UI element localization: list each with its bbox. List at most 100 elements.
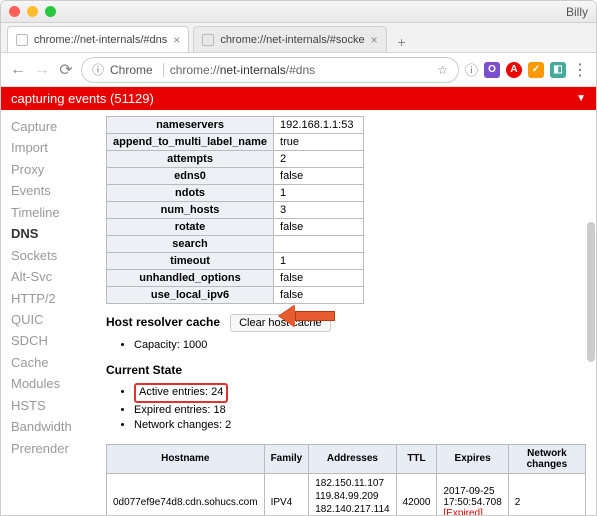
config-row: search (107, 236, 364, 253)
config-row: nameservers192.168.1.1:53 (107, 117, 364, 134)
site-info-icon[interactable]: ⓘ (92, 61, 104, 78)
scrollbar-thumb[interactable] (587, 222, 595, 362)
sidebar-item-quic[interactable]: QUIC (11, 309, 96, 330)
sidebar-item-prerender[interactable]: Prerender (11, 438, 96, 459)
hosts-header: Addresses (309, 444, 396, 473)
config-value: true (274, 134, 364, 151)
extension-icon[interactable]: ✓ (528, 62, 544, 78)
sidebar-item-hsts[interactable]: HSTS (11, 395, 96, 416)
close-tab-icon[interactable]: × (365, 33, 378, 47)
hosts-header: TTL (396, 444, 437, 473)
sidebar-item-timeline[interactable]: Timeline (11, 202, 96, 223)
hosts-table: HostnameFamilyAddressesTTLExpiresNetwork… (106, 444, 586, 516)
browser-window: Billy chrome://net-internals/#dns × chro… (0, 0, 597, 516)
config-key: num_hosts (107, 202, 274, 219)
hostname-cell: 0d077ef9e74d8.cdn.sohucs.com (107, 473, 265, 516)
config-value: 3 (274, 202, 364, 219)
hosts-header-row: HostnameFamilyAddressesTTLExpiresNetwork… (107, 444, 586, 473)
minimize-window-button[interactable] (27, 6, 38, 17)
sidebar-item-dns[interactable]: DNS (11, 223, 96, 244)
config-key: use_local_ipv6 (107, 287, 274, 304)
config-row: edns0false (107, 168, 364, 185)
netchanges-cell: 2 (508, 473, 585, 516)
sidebar-item-sdch[interactable]: SDCH (11, 330, 96, 351)
config-value: false (274, 287, 364, 304)
close-tab-icon[interactable]: × (167, 33, 180, 47)
sidebar-item-proxy[interactable]: Proxy (11, 159, 96, 180)
config-value: 192.168.1.1:53 (274, 117, 364, 134)
state-list: Active entries: 24 Expired entries: 18 N… (134, 383, 586, 433)
extension-icon[interactable]: O (484, 62, 500, 78)
current-state-heading: Current State (106, 363, 586, 377)
sidebar-item-altsvc[interactable]: Alt-Svc (11, 266, 96, 287)
capture-banner[interactable]: capturing events (51129) ▼ (1, 87, 596, 110)
config-row: ndots1 (107, 185, 364, 202)
sidebar-item-capture[interactable]: Capture (11, 116, 96, 137)
dns-config-table: nameservers192.168.1.1:53append_to_multi… (106, 116, 364, 304)
tab-title: chrome://net-internals/#socke (220, 34, 364, 46)
config-key: rotate (107, 219, 274, 236)
capture-banner-text: capturing events (51129) (11, 91, 154, 106)
sidebar-item-events[interactable]: Events (11, 180, 96, 201)
sidebar-nav: CaptureImportProxyEventsTimelineDNSSocke… (1, 110, 96, 516)
url-path-bold: net-internals (220, 63, 286, 77)
config-key: edns0 (107, 168, 274, 185)
profile-name[interactable]: Billy (566, 5, 588, 19)
family-cell: IPV4 (264, 473, 309, 516)
config-row: attempts2 (107, 151, 364, 168)
sidebar-item-import[interactable]: Import (11, 137, 96, 158)
addresses-cell: 182.150.11.107119.84.99.209182.140.217.1… (309, 473, 396, 516)
sidebar-item-bandwidth[interactable]: Bandwidth (11, 416, 96, 437)
config-key: unhandled_options (107, 270, 274, 287)
toolbar-extensions: ⓘ O A ✓ ◧ ⋮ (465, 60, 588, 80)
menu-icon[interactable]: ⋮ (572, 60, 588, 80)
config-key: ndots (107, 185, 274, 202)
extension-icon[interactable]: ◧ (550, 62, 566, 78)
expired-entries-item: Expired entries: 18 (134, 403, 586, 418)
content-area: CaptureImportProxyEventsTimelineDNSSocke… (1, 110, 596, 516)
config-row: append_to_multi_label_nametrue (107, 134, 364, 151)
config-row: use_local_ipv6false (107, 287, 364, 304)
config-row: num_hosts3 (107, 202, 364, 219)
config-row: timeout1 (107, 253, 364, 270)
main-panel: nameservers192.168.1.1:53append_to_multi… (96, 110, 596, 516)
url-path-rest: /#dns (286, 63, 315, 77)
collapse-triangle-icon: ▼ (576, 93, 586, 104)
sidebar-item-http2[interactable]: HTTP/2 (11, 288, 96, 309)
config-key: append_to_multi_label_name (107, 134, 274, 151)
extension-icon-abp[interactable]: A (506, 62, 522, 78)
hosts-header: Hostname (107, 444, 265, 473)
bookmark-star-icon[interactable]: ☆ (437, 63, 448, 77)
config-value: false (274, 168, 364, 185)
close-window-button[interactable] (9, 6, 20, 17)
hosts-header: Expires (437, 444, 508, 473)
maximize-window-button[interactable] (45, 6, 56, 17)
config-key: nameservers (107, 117, 274, 134)
config-row: unhandled_optionsfalse (107, 270, 364, 287)
browser-tab-active[interactable]: chrome://net-internals/#dns × (7, 26, 189, 52)
config-key: search (107, 236, 274, 253)
forward-button[interactable]: → (33, 61, 51, 79)
config-value: 1 (274, 253, 364, 270)
back-button[interactable]: ← (9, 61, 27, 79)
config-key: timeout (107, 253, 274, 270)
ttl-cell: 42000 (396, 473, 437, 516)
reload-button[interactable]: ⟳ (57, 60, 75, 80)
tab-title: chrome://net-internals/#dns (34, 34, 167, 46)
capacity-list: Capacity: 1000 (134, 338, 586, 353)
new-tab-button[interactable]: + (391, 32, 413, 52)
sidebar-item-modules[interactable]: Modules (11, 373, 96, 394)
address-bar[interactable]: ⓘ Chrome chrome:// net-internals /#dns ☆ (81, 57, 459, 83)
page-icon (16, 34, 28, 46)
config-value (274, 236, 364, 253)
config-value: false (274, 219, 364, 236)
browser-tab-inactive[interactable]: chrome://net-internals/#socke × (193, 26, 386, 52)
annotation-arrow (279, 305, 335, 327)
sidebar-item-cache[interactable]: Cache (11, 352, 96, 373)
config-row: rotatefalse (107, 219, 364, 236)
info-icon[interactable]: ⓘ (465, 60, 478, 79)
sidebar-item-sockets[interactable]: Sockets (11, 245, 96, 266)
hosts-row: 0d077ef9e74d8.cdn.sohucs.comIPV4182.150.… (107, 473, 586, 516)
tab-strip: chrome://net-internals/#dns × chrome://n… (1, 23, 596, 53)
config-value: 2 (274, 151, 364, 168)
